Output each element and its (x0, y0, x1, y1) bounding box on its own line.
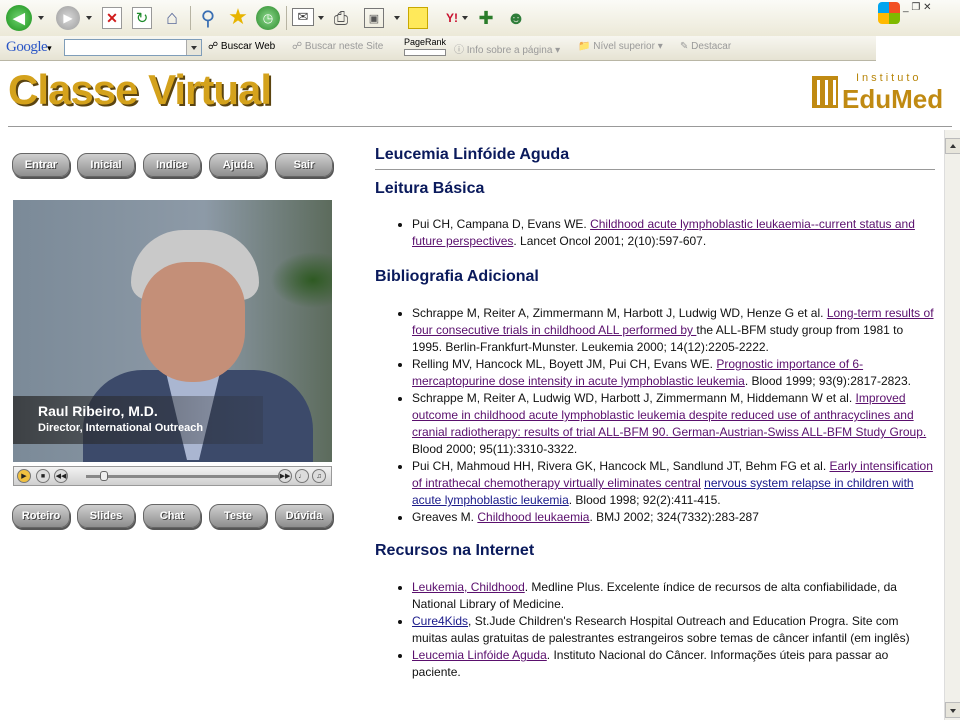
toolbar-blank-area (876, 36, 960, 60)
info-icon: ⓘ (454, 45, 464, 56)
list-item: Pui CH, Campana D, Evans WE. Childhood a… (412, 216, 935, 250)
chevron-down-icon (191, 46, 197, 50)
google-search-input[interactable] (64, 39, 202, 56)
video-player-controls: ▶ ■ ◀◀ ▶▶ ♩ ♫ (13, 466, 332, 486)
play-icon[interactable]: ▶ (17, 469, 31, 483)
list-item: Cure4Kids, St.Jude Children's Research H… (412, 613, 935, 647)
nav-button-indice[interactable]: Indice (143, 153, 201, 177)
highlight-button[interactable]: ✎ Destacar (680, 41, 731, 52)
basic-reading-list: Pui CH, Campana D, Evans WE. Childhood a… (375, 216, 935, 250)
list-item: Pui CH, Mahmoud HH, Rivera GK, Hancock M… (412, 458, 935, 509)
back-icon[interactable]: ◀ (6, 5, 32, 31)
page-title: Classe Virtual (8, 66, 272, 113)
pagerank-bar (404, 49, 446, 56)
stop-icon[interactable]: ✕ (102, 7, 122, 29)
list-item: Schrappe M, Reiter A, Zimmermann M, Harb… (412, 305, 935, 356)
forward-dropdown-icon[interactable] (86, 16, 92, 20)
research-icon[interactable]: ✚ (474, 6, 498, 30)
mute-icon[interactable]: ♩ (295, 469, 309, 483)
search-web-button[interactable]: ☍ Buscar Web (208, 41, 275, 52)
vertical-scrollbar[interactable] (944, 130, 960, 720)
list-item: Leukemia, Childhood. Medline Plus. Excel… (412, 579, 935, 613)
history-icon[interactable]: ◷ (256, 6, 280, 30)
notes-icon[interactable] (408, 7, 428, 29)
nav-button-sair[interactable]: Sair (275, 153, 333, 177)
mail-icon[interactable]: ✉ (292, 8, 314, 26)
scroll-down-button[interactable] (945, 702, 960, 718)
forward-icon[interactable]: ▶ (56, 6, 80, 30)
binoculars-icon: ☍ (208, 41, 219, 52)
folder-icon: 📁 (578, 41, 591, 52)
list-item: Relling MV, Hancock ML, Boyett JM, Pui C… (412, 356, 935, 390)
yahoo-dropdown-icon[interactable] (462, 16, 468, 20)
toolbar-separator (286, 6, 287, 30)
browser-toolbar: ◀ ▶ ✕ ↻ ⌂ ⚲ ★ ◷ ✉ ⎙ ▣ Y! ✚ ☻ _ ❐ ✕ (0, 0, 960, 37)
seek-track[interactable] (86, 475, 282, 478)
highlighter-icon: ✎ (680, 41, 689, 52)
google-logo[interactable]: Google▾ (6, 39, 52, 56)
window-controls[interactable]: _ ❐ ✕ (903, 2, 931, 13)
seek-handle[interactable] (100, 471, 108, 481)
page-info-button[interactable]: ⓘ Info sobre a página ▾ (454, 41, 560, 56)
search-site-icon: ☍ (292, 41, 303, 52)
search-site-button[interactable]: ☍ Buscar neste Site (292, 41, 383, 52)
additional-bibliography-list: Schrappe M, Reiter A, Zimmermann M, Harb… (375, 305, 935, 526)
refresh-icon[interactable]: ↻ (132, 7, 152, 29)
nav-button-teste[interactable]: Teste (209, 504, 267, 528)
speaker-name: Raul Ribeiro, M.D. (38, 403, 158, 419)
chevron-down-icon (950, 709, 956, 713)
mail-dropdown-icon[interactable] (318, 16, 324, 20)
video-figure-face (141, 262, 245, 382)
additional-bibliography-heading: Bibliografia Adicional (375, 268, 539, 285)
back-dropdown-icon[interactable] (38, 16, 44, 20)
list-item: Greaves M. Childhood leukaemia. BMJ 2002… (412, 509, 935, 526)
list-item: Schrappe M, Reiter A, Ludwig WD, Harbott… (412, 390, 935, 458)
nav-button-roteiro[interactable]: Roteiro (12, 504, 70, 528)
up-level-button[interactable]: 📁 Nível superior ▾ (578, 41, 663, 52)
nav-button-chat[interactable]: Chat (143, 504, 201, 528)
lecture-video[interactable]: Raul Ribeiro, M.D. Director, Internation… (13, 200, 332, 462)
internet-resources-heading: Recursos na Internet (375, 542, 535, 559)
google-search-dropdown[interactable] (186, 40, 201, 55)
section-title: Leucemia Linfóide Aguda (375, 146, 935, 170)
scroll-up-button[interactable] (945, 138, 960, 154)
volume-icon[interactable]: ♫ (312, 469, 326, 483)
edit-dropdown-icon[interactable] (394, 16, 400, 20)
print-icon[interactable]: ⎙ (330, 7, 352, 29)
yahoo-icon[interactable]: Y! (440, 8, 464, 28)
basic-reading-heading: Leitura Básica (375, 180, 485, 197)
resource-link[interactable]: Cure4Kids (412, 614, 468, 628)
nav-button-ajuda[interactable]: Ajuda (209, 153, 267, 177)
nav-button-duvida[interactable]: Dúvida (275, 504, 333, 528)
nav-button-slides[interactable]: Slides (77, 504, 135, 528)
speaker-role: Director, International Outreach (38, 422, 204, 434)
header-divider (8, 126, 952, 127)
nav-button-entrar[interactable]: Entrar (12, 153, 70, 177)
favorites-icon[interactable]: ★ (226, 4, 250, 29)
fast-forward-icon[interactable]: ▶▶ (278, 469, 292, 483)
stop-icon[interactable]: ■ (36, 469, 50, 483)
nav-button-inicial[interactable]: Inicial (77, 153, 135, 177)
home-icon[interactable]: ⌂ (160, 6, 184, 30)
pillars-icon (812, 76, 838, 108)
search-icon[interactable]: ⚲ (196, 6, 220, 30)
windows-logo-icon (878, 2, 900, 24)
pagerank-label[interactable]: PageRank (404, 37, 446, 47)
toolbar-separator (190, 6, 191, 30)
edit-icon[interactable]: ▣ (364, 8, 384, 28)
main-content: Leucemia Linfóide Aguda Leitura Básica P… (375, 146, 935, 681)
resource-link[interactable]: Leucemia Linfóide Aguda (412, 648, 547, 662)
rewind-icon[interactable]: ◀◀ (54, 469, 68, 483)
list-item: Leucemia Linfóide Aguda. Instituto Nacio… (412, 647, 935, 681)
chevron-up-icon (950, 144, 956, 148)
internet-resources-list: Leukemia, Childhood. Medline Plus. Excel… (375, 579, 935, 681)
reference-link[interactable]: Childhood leukaemia (477, 510, 589, 524)
messenger-icon[interactable]: ☻ (504, 6, 528, 30)
resource-link[interactable]: Leukemia, Childhood (412, 580, 525, 594)
